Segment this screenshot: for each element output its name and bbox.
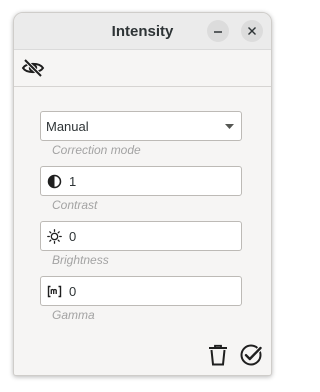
contrast-icon [47,174,62,189]
gamma-icon [47,285,62,298]
chevron-down-icon [225,124,234,129]
minimize-button[interactable] [207,20,229,42]
delete-button[interactable] [206,343,230,367]
contrast-field[interactable]: 1 [40,166,242,196]
check-circle-icon [240,344,263,366]
eye-off-icon [21,58,45,78]
apply-button[interactable] [239,343,263,367]
toggle-visibility-button[interactable] [20,56,46,80]
close-icon [248,27,256,35]
intensity-dialog: Intensity Manual Correction mode 1 Contr… [13,12,272,376]
brightness-value: 0 [69,229,77,244]
close-button[interactable] [241,20,263,42]
title-bar: Intensity [14,13,271,50]
gamma-label: Gamma [52,308,95,322]
brightness-label: Brightness [52,253,109,267]
window-title: Intensity [111,23,174,40]
sun-icon [47,229,62,244]
correction-mode-label: Correction mode [52,143,141,157]
brightness-field[interactable]: 0 [40,221,242,251]
trash-icon [209,344,227,366]
gamma-value: 0 [69,284,77,299]
correction-mode-select[interactable]: Manual [40,111,242,141]
gamma-field[interactable]: 0 [40,276,242,306]
correction-mode-value: Manual [46,119,89,134]
toolbar [14,50,271,87]
minimize-icon [214,31,222,33]
contrast-label: Contrast [52,198,98,212]
contrast-value: 1 [69,174,77,189]
